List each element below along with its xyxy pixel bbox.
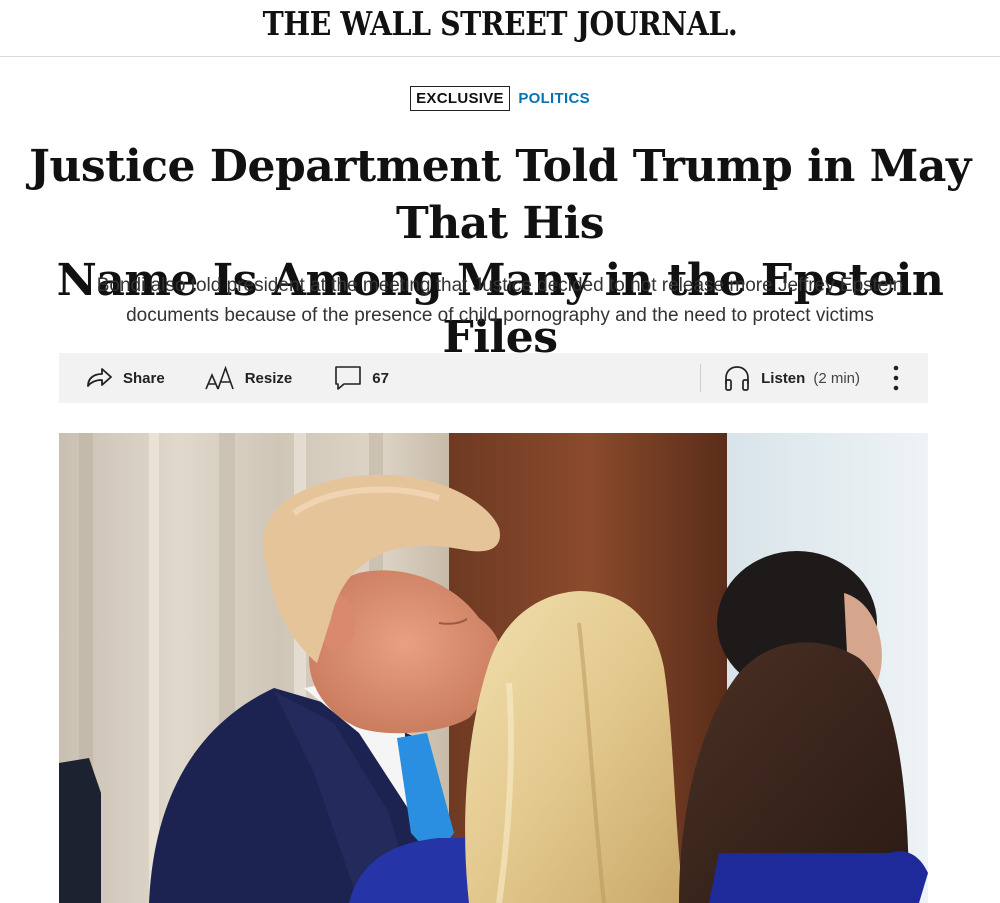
resize-button[interactable]: Resize: [204, 365, 293, 391]
comments-button[interactable]: 67: [334, 365, 389, 391]
headphones-icon: [723, 364, 751, 392]
wsj-logo[interactable]: THE WALL STREET JOURNAL.: [263, 4, 738, 43]
article-dek: Bondi also told president at the meeting…: [70, 271, 930, 331]
dek-line-1: Bondi also told president at the meeting…: [96, 275, 904, 296]
comment-icon: [334, 365, 362, 391]
article-toolbar: Share Resize 67 Listen (2 min): [59, 353, 928, 403]
section-link-politics[interactable]: POLITICS: [518, 90, 590, 107]
listen-duration: (2 min): [813, 369, 860, 387]
dek-line-2: documents because of the presence of chi…: [126, 305, 874, 326]
exclusive-badge: EXCLUSIVE: [410, 86, 510, 111]
share-button[interactable]: Share: [85, 366, 165, 390]
listen-button[interactable]: Listen (2 min): [723, 364, 860, 392]
article-headline: Justice Department Told Trump in May Tha…: [20, 138, 980, 366]
resize-label: Resize: [244, 369, 293, 387]
article-labels: EXCLUSIVE POLITICS: [0, 86, 1000, 111]
comments-count: 67: [372, 369, 389, 387]
article-photo[interactable]: [59, 433, 928, 903]
toolbar-divider: [700, 364, 702, 392]
headline-line-1: Justice Department Told Trump in May Tha…: [29, 141, 971, 249]
masthead: THE WALL STREET JOURNAL.: [0, 0, 1000, 57]
resize-icon: [204, 365, 235, 391]
share-label: Share: [123, 369, 165, 387]
more-options-button[interactable]: [886, 363, 906, 393]
listen-label: Listen: [761, 369, 806, 387]
share-icon: [85, 366, 113, 390]
news-photo: [59, 433, 928, 903]
more-vertical-icon: [893, 365, 899, 391]
